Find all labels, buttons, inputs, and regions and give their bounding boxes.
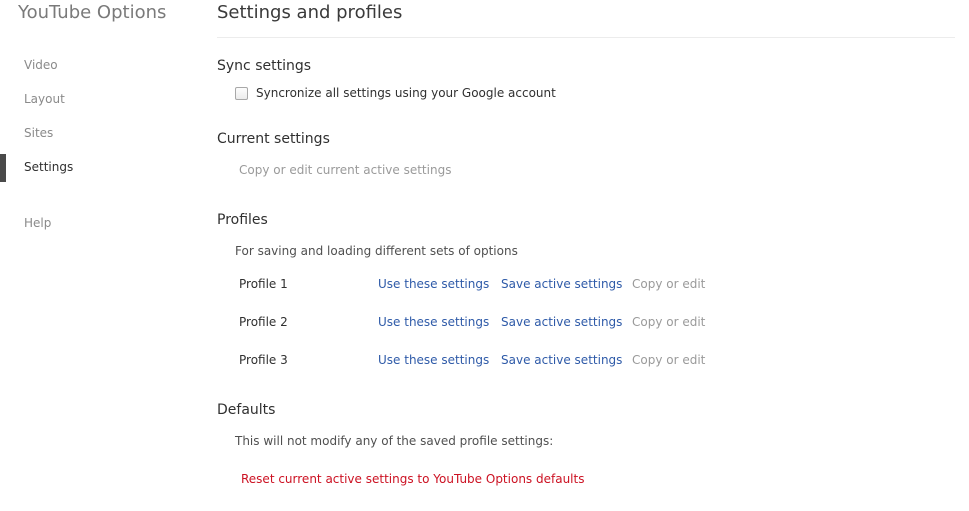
- sidebar-item-label: Help: [24, 216, 52, 230]
- sync-checkbox-label[interactable]: Syncronize all settings using your Googl…: [256, 86, 556, 100]
- reset-defaults-link[interactable]: Reset current active settings to YouTube…: [241, 472, 584, 486]
- use-profile-1-link[interactable]: Use these settings: [378, 277, 489, 291]
- defaults-description: This will not modify any of the saved pr…: [235, 434, 554, 448]
- use-profile-3-link[interactable]: Use these settings: [378, 353, 489, 367]
- profiles-description: For saving and loading different sets of…: [235, 244, 518, 258]
- sidebar-item-label: Sites: [24, 126, 54, 140]
- sidebar: YouTube Options Video Layout Sites Setti…: [0, 0, 200, 511]
- use-profile-2-link[interactable]: Use these settings: [378, 315, 489, 329]
- save-profile-3-link[interactable]: Save active settings: [501, 353, 622, 367]
- sidebar-item-label: Video: [24, 58, 58, 72]
- copy-edit-profile-2-link: Copy or edit: [632, 315, 706, 329]
- sidebar-item-settings[interactable]: Settings: [0, 154, 190, 182]
- copy-edit-profile-1-link: Copy or edit: [632, 277, 706, 291]
- profile-name: Profile 2: [239, 315, 288, 329]
- current-settings-heading: Current settings: [217, 131, 330, 147]
- sync-checkbox[interactable]: [235, 87, 248, 100]
- sidebar-item-layout[interactable]: Layout: [0, 88, 190, 110]
- sidebar-item-label: Settings: [24, 160, 74, 174]
- title-divider: [217, 37, 955, 38]
- copy-edit-current-link: Copy or edit current active settings: [239, 163, 452, 177]
- copy-edit-profile-3-link: Copy or edit: [632, 353, 706, 367]
- options-page: YouTube Options Video Layout Sites Setti…: [0, 0, 969, 511]
- active-indicator: [0, 154, 6, 182]
- profile-name: Profile 1: [239, 277, 288, 291]
- page-title: Settings and profiles: [217, 2, 403, 23]
- save-profile-2-link[interactable]: Save active settings: [501, 315, 622, 329]
- profile-name: Profile 3: [239, 353, 288, 367]
- app-title: YouTube Options: [18, 2, 167, 23]
- profiles-heading: Profiles: [217, 212, 268, 228]
- sidebar-item-label: Layout: [24, 92, 65, 106]
- sidebar-item-video[interactable]: Video: [0, 54, 190, 76]
- defaults-heading: Defaults: [217, 402, 276, 418]
- sync-settings-heading: Sync settings: [217, 58, 312, 74]
- save-profile-1-link[interactable]: Save active settings: [501, 277, 622, 291]
- sidebar-item-sites[interactable]: Sites: [0, 122, 190, 144]
- sidebar-item-help[interactable]: Help: [0, 212, 190, 234]
